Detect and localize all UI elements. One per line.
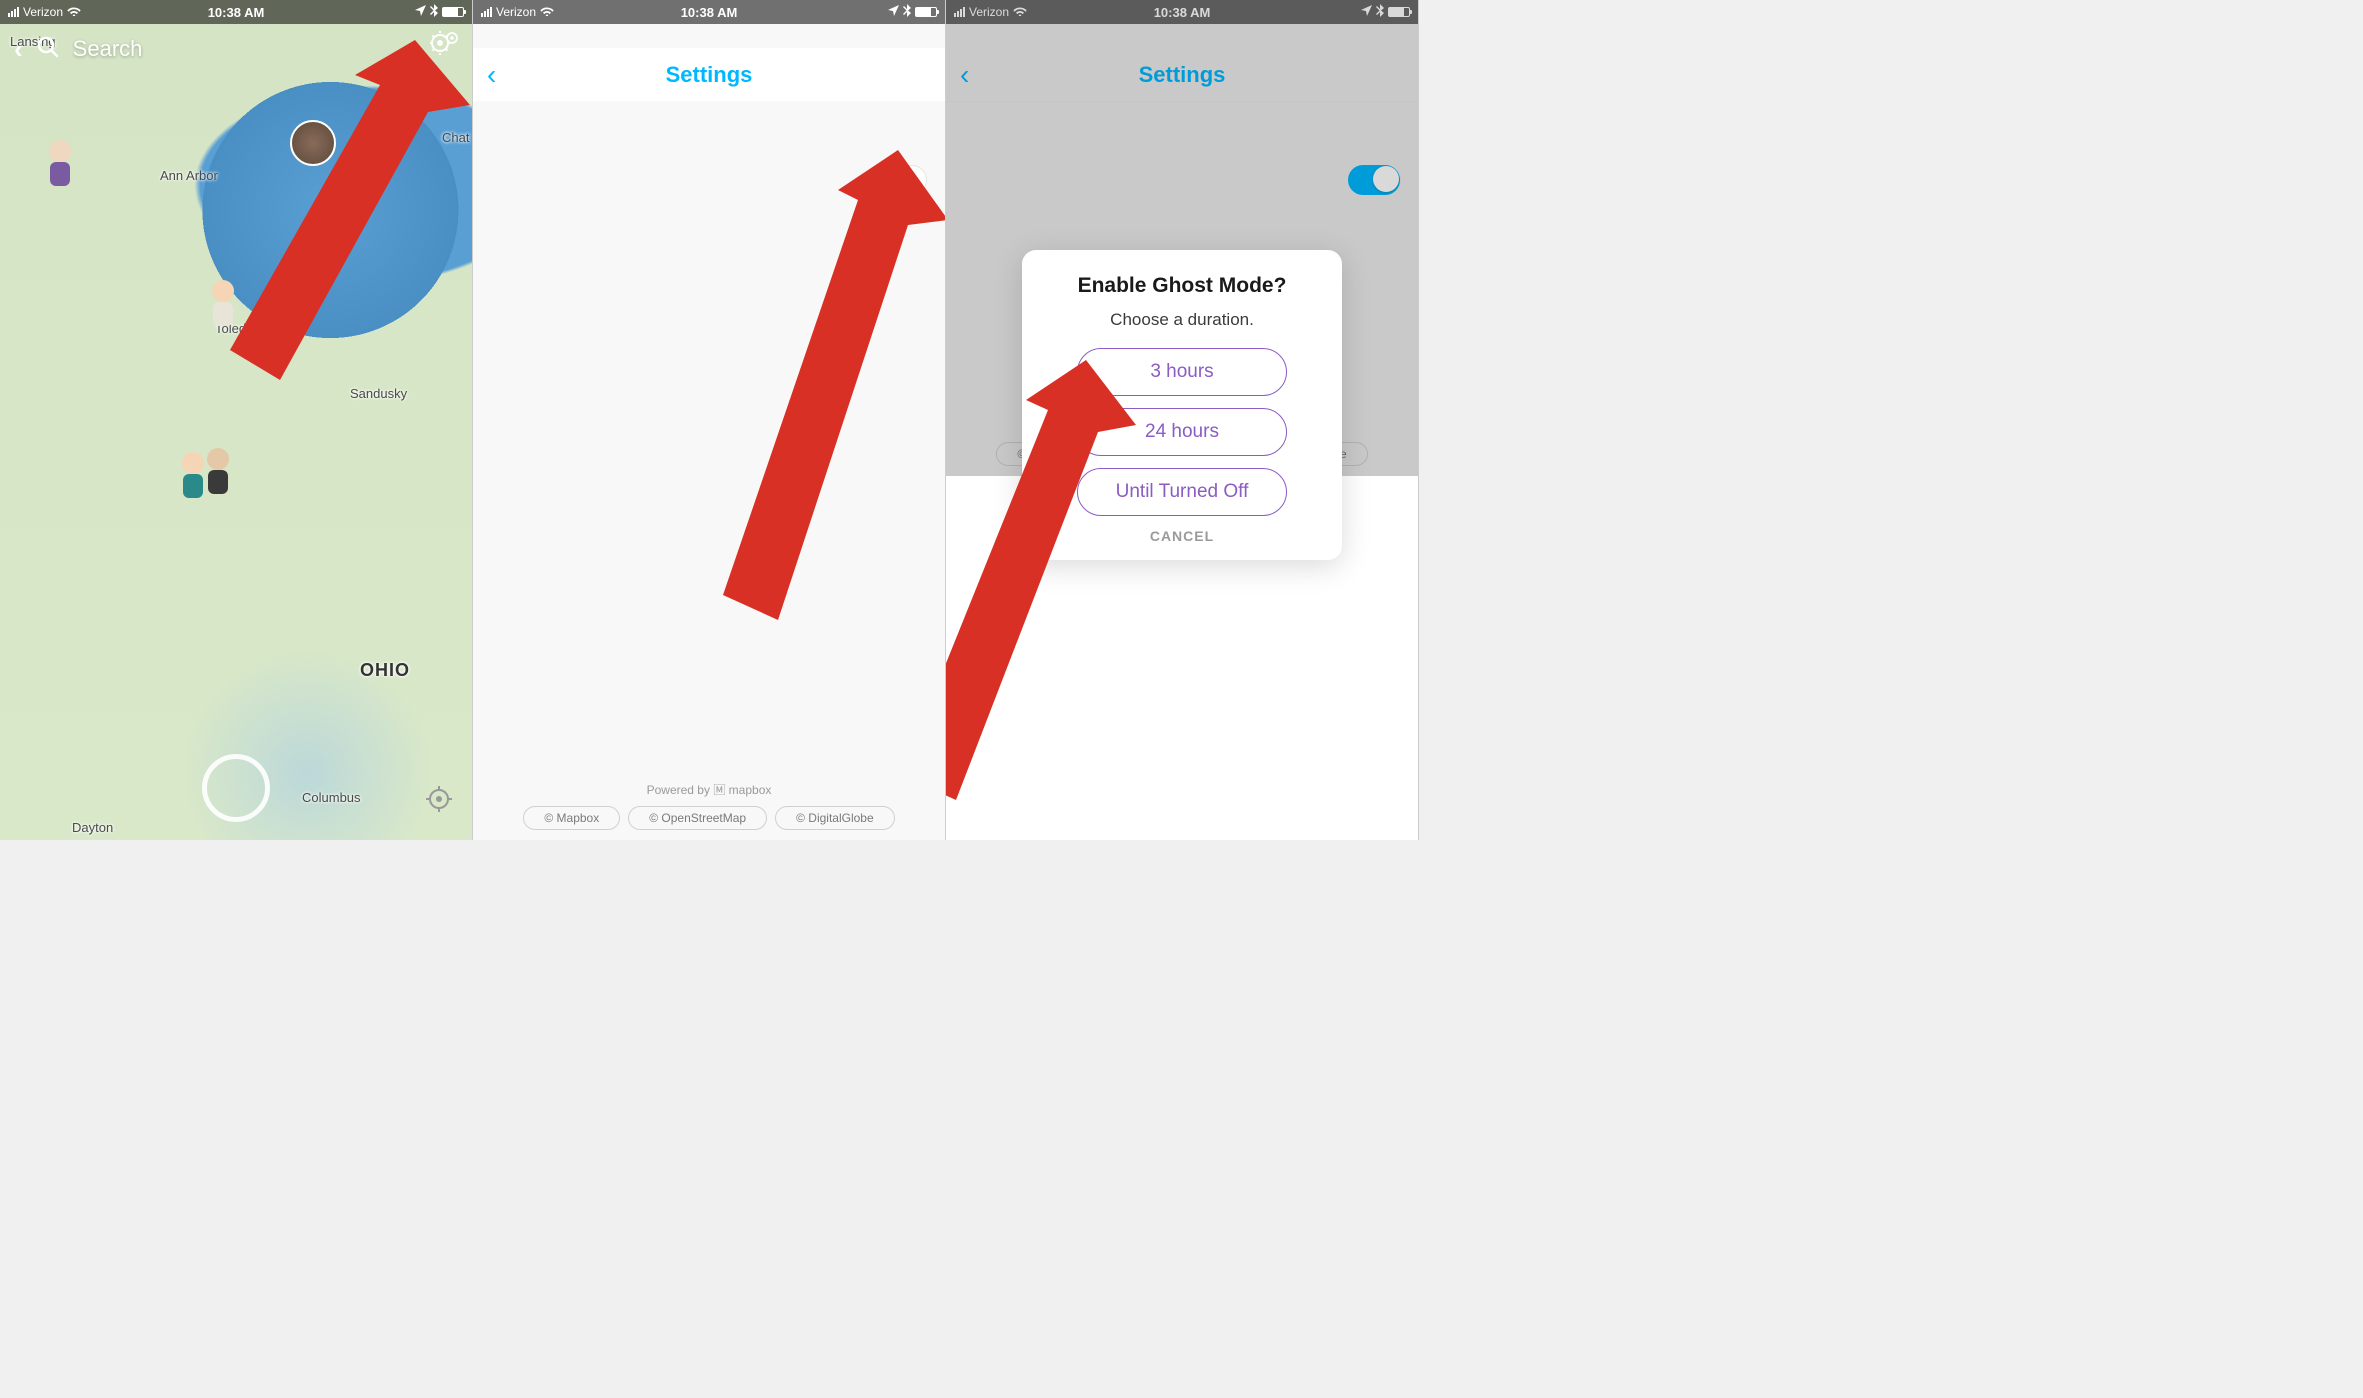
status-bar: Verizon 10:38 AM — [946, 0, 1418, 24]
battery-icon — [442, 7, 464, 17]
signal-icon — [481, 7, 492, 17]
modal-title: Enable Ghost Mode? — [1040, 274, 1324, 298]
signal-icon — [954, 7, 965, 17]
mapbox-attrib[interactable]: © Mapbox — [523, 806, 620, 830]
osm-attrib[interactable]: © OpenStreetMap — [628, 806, 767, 830]
battery-icon — [1388, 7, 1410, 17]
ghost-mode-toggle[interactable] — [1348, 165, 1400, 195]
carrier-label: Verizon — [496, 5, 536, 19]
back-button[interactable]: ‹ — [14, 34, 23, 65]
location-arrow-icon — [1361, 5, 1372, 19]
status-bar: Verizon 10:38 AM — [0, 0, 472, 24]
mapbox-logo-icon: 🄼 mapbox — [713, 783, 771, 797]
page-title: Settings — [666, 62, 753, 88]
friend-bitmoji[interactable] — [42, 140, 78, 190]
bluetooth-icon — [430, 4, 438, 20]
status-bar: Verizon 10:38 AM — [473, 0, 945, 24]
nav-header: ‹ Settings — [946, 48, 1418, 102]
carrier-label: Verizon — [969, 5, 1009, 19]
map-label-columbus: Columbus — [302, 790, 361, 805]
wifi-icon — [540, 5, 554, 19]
bluetooth-icon — [1376, 4, 1384, 20]
wifi-icon — [1013, 5, 1027, 19]
signal-icon — [8, 7, 19, 17]
location-arrow-icon — [415, 5, 426, 19]
search-label[interactable]: Search — [73, 36, 143, 62]
location-arrow-icon — [888, 5, 899, 19]
locate-me-button[interactable] — [424, 784, 454, 814]
friend-bitmoji[interactable] — [200, 448, 236, 498]
search-icon[interactable] — [37, 36, 59, 63]
map-label-ohio: OHIO — [360, 660, 410, 681]
clock-label: 10:38 AM — [681, 5, 738, 20]
clock-label: 10:38 AM — [208, 5, 265, 20]
page-title: Settings — [1139, 62, 1226, 88]
dg-attrib[interactable]: © DigitalGlobe — [775, 806, 895, 830]
battery-icon — [915, 7, 937, 17]
modal-subtitle: Choose a duration. — [1040, 310, 1324, 330]
wifi-icon — [67, 5, 81, 19]
back-button[interactable]: ‹ — [960, 59, 969, 91]
back-button[interactable]: ‹ — [487, 59, 496, 91]
carrier-label: Verizon — [23, 5, 63, 19]
bluetooth-icon — [903, 4, 911, 20]
attribution: Powered by 🄼 mapbox © Mapbox © OpenStree… — [473, 781, 945, 830]
annotation-arrow-icon — [946, 360, 1136, 800]
camera-shutter-button[interactable] — [202, 754, 270, 822]
map-label-dayton: Dayton — [72, 820, 113, 835]
nav-header: ‹ Settings — [473, 48, 945, 102]
annotation-arrow-icon — [708, 150, 946, 620]
annotation-arrow-icon — [210, 40, 470, 380]
clock-label: 10:38 AM — [1154, 5, 1211, 20]
map-label-sandusky: Sandusky — [350, 386, 407, 401]
